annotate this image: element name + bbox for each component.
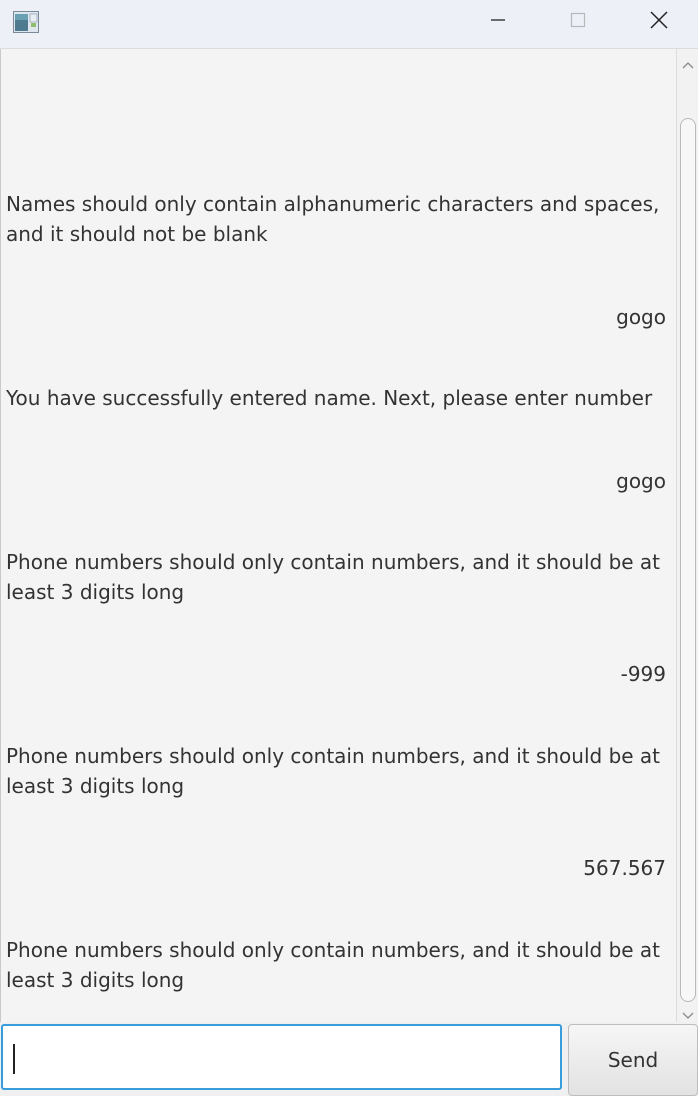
minimize-icon (490, 12, 506, 32)
user-message: -999 (620, 662, 666, 686)
title-bar (0, 0, 698, 49)
scroll-up-arrow-icon[interactable] (682, 55, 694, 69)
send-button[interactable]: Send (568, 1024, 698, 1096)
message-composer: Send (0, 1022, 698, 1096)
app-window-icon (13, 11, 39, 33)
maximize-icon (570, 12, 586, 32)
scroll-down-arrow-icon[interactable] (682, 1006, 694, 1019)
text-caret (13, 1044, 15, 1074)
close-button[interactable] (630, 0, 688, 44)
bot-message: You have successfully entered name. Next… (6, 386, 653, 410)
bot-message: Phone numbers should only contain number… (6, 744, 661, 798)
bot-message: Phone numbers should only contain number… (6, 938, 661, 992)
user-message: gogo (616, 305, 666, 329)
bot-message: Names should only contain alphanumeric c… (6, 192, 660, 246)
close-icon (650, 11, 668, 33)
user-message: 567.567 (583, 856, 666, 880)
vertical-scrollbar[interactable] (676, 49, 698, 1022)
user-message: gogo (616, 469, 666, 493)
message-input[interactable] (1, 1024, 562, 1090)
scrollbar-thumb[interactable] (680, 118, 696, 1002)
minimize-button[interactable] (469, 0, 527, 44)
bot-message: Phone numbers should only contain number… (6, 550, 661, 604)
maximize-button[interactable] (549, 0, 607, 44)
chat-transcript: Names should only contain alphanumeric c… (0, 49, 677, 1022)
